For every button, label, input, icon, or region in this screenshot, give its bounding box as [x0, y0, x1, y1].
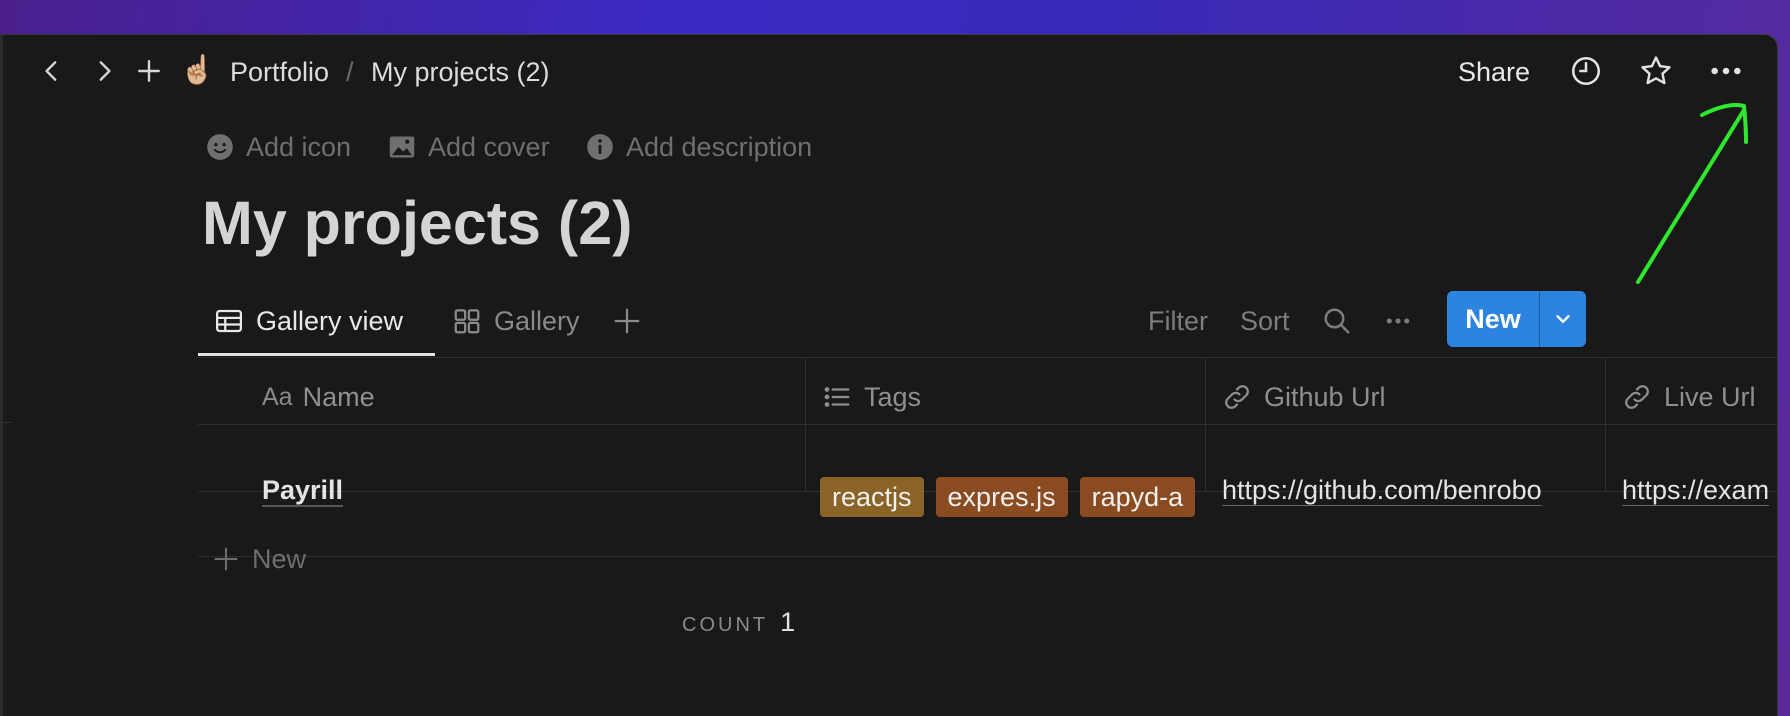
column-header-github-url-label: Github Url: [1264, 381, 1386, 412]
back-button[interactable]: [36, 55, 68, 87]
chevron-left-icon: [45, 61, 57, 81]
row-count[interactable]: COUNT 1: [682, 607, 795, 638]
forward-button[interactable]: [88, 55, 120, 87]
tab-gallery-view-label: Gallery view: [256, 305, 404, 336]
page-emoji-icon[interactable]: ☝🏼: [180, 55, 215, 85]
add-description-label: Add description: [626, 131, 813, 162]
updates-button[interactable]: [1566, 51, 1606, 91]
breadcrumb-current[interactable]: My projects (2): [371, 57, 550, 87]
tag-expres-js[interactable]: expres.js: [935, 477, 1068, 517]
add-cover-label: Add cover: [428, 131, 550, 162]
add-row-button[interactable]: New: [212, 539, 306, 579]
row-name-payrill[interactable]: Payrill: [262, 475, 343, 506]
more-horizontal-icon: [1386, 318, 1410, 324]
column-divider: [805, 357, 806, 491]
column-header-live-url[interactable]: Live Url: [1622, 375, 1756, 419]
tab-gallery-view[interactable]: Gallery view: [214, 297, 403, 345]
add-cover-button[interactable]: Add cover: [388, 127, 550, 167]
row-github-url[interactable]: https://github.com/benrobo: [1222, 475, 1592, 506]
count-label: COUNT: [682, 614, 769, 636]
column-divider: [1605, 357, 1606, 491]
link-icon: [1225, 385, 1249, 409]
share-button[interactable]: Share: [1458, 57, 1530, 87]
smiley-icon: [207, 134, 233, 160]
image-icon: [389, 136, 415, 158]
column-divider: [1205, 357, 1206, 491]
filter-button[interactable]: Filter: [1148, 299, 1208, 343]
table-top-border: [198, 357, 1777, 358]
chevron-down-icon: [1556, 315, 1570, 323]
tag-reactjs[interactable]: reactjs: [820, 477, 924, 517]
sort-button[interactable]: Sort: [1240, 299, 1290, 343]
text-property-icon: Aa: [262, 382, 293, 411]
table-header-border: [198, 424, 1777, 425]
new-entry-button[interactable]: New: [1447, 291, 1586, 347]
search-button[interactable]: [1322, 299, 1352, 343]
plus-icon: [214, 547, 238, 571]
column-header-live-url-label: Live Url: [1664, 381, 1756, 412]
more-options-button[interactable]: [1706, 51, 1746, 91]
count-value: 1: [780, 607, 796, 637]
info-icon: [587, 134, 613, 160]
add-icon-label: Add icon: [246, 131, 352, 162]
column-header-tags[interactable]: Tags: [822, 375, 921, 419]
favorite-button[interactable]: [1636, 51, 1676, 91]
add-row-label: New: [252, 543, 307, 574]
add-view-button[interactable]: [612, 297, 654, 345]
new-template-dropdown[interactable]: [1540, 291, 1586, 347]
column-header-github-url[interactable]: Github Url: [1222, 375, 1386, 419]
plus-icon: [138, 60, 160, 82]
tab-gallery[interactable]: Gallery: [452, 297, 580, 345]
table-icon: [216, 309, 242, 333]
row-tags-cell[interactable]: reactjs expres.js rapyd-a: [820, 477, 1204, 517]
column-header-name[interactable]: Aa Name: [262, 375, 375, 419]
sidebar-edge: [0, 35, 3, 716]
notion-window: ☝🏼 Portfolio / My projects (2) Share Add…: [0, 34, 1778, 716]
tab-gallery-label: Gallery: [494, 305, 580, 336]
breadcrumb-portfolio[interactable]: Portfolio: [230, 57, 329, 87]
search-icon: [1324, 308, 1350, 334]
add-description-button[interactable]: Add description: [586, 127, 812, 167]
new-page-button[interactable]: [133, 55, 165, 87]
gallery-grid-icon: [454, 309, 480, 334]
row-live-url[interactable]: https://exam: [1622, 475, 1777, 506]
column-header-name-label: Name: [302, 381, 375, 412]
clock-icon: [1571, 56, 1601, 86]
star-icon: [1641, 56, 1671, 85]
list-icon: [824, 387, 850, 407]
top-bar: ☝🏼 Portfolio / My projects (2) Share: [0, 35, 1777, 107]
plus-icon: [614, 308, 640, 334]
view-options-button[interactable]: [1383, 299, 1413, 343]
more-horizontal-icon: [1711, 67, 1741, 75]
active-tab-indicator: [198, 353, 435, 356]
link-icon: [1625, 385, 1649, 409]
sidebar-divider: [0, 422, 12, 423]
new-entry-label[interactable]: New: [1447, 291, 1539, 347]
tag-rapyd[interactable]: rapyd-a: [1079, 477, 1196, 517]
page-title[interactable]: My projects (2): [202, 183, 633, 263]
chevron-right-icon: [99, 61, 111, 81]
column-header-tags-label: Tags: [864, 381, 922, 412]
table-add-row-border: [198, 556, 1777, 557]
add-icon-button[interactable]: Add icon: [206, 127, 351, 167]
breadcrumb-separator: /: [346, 57, 354, 87]
